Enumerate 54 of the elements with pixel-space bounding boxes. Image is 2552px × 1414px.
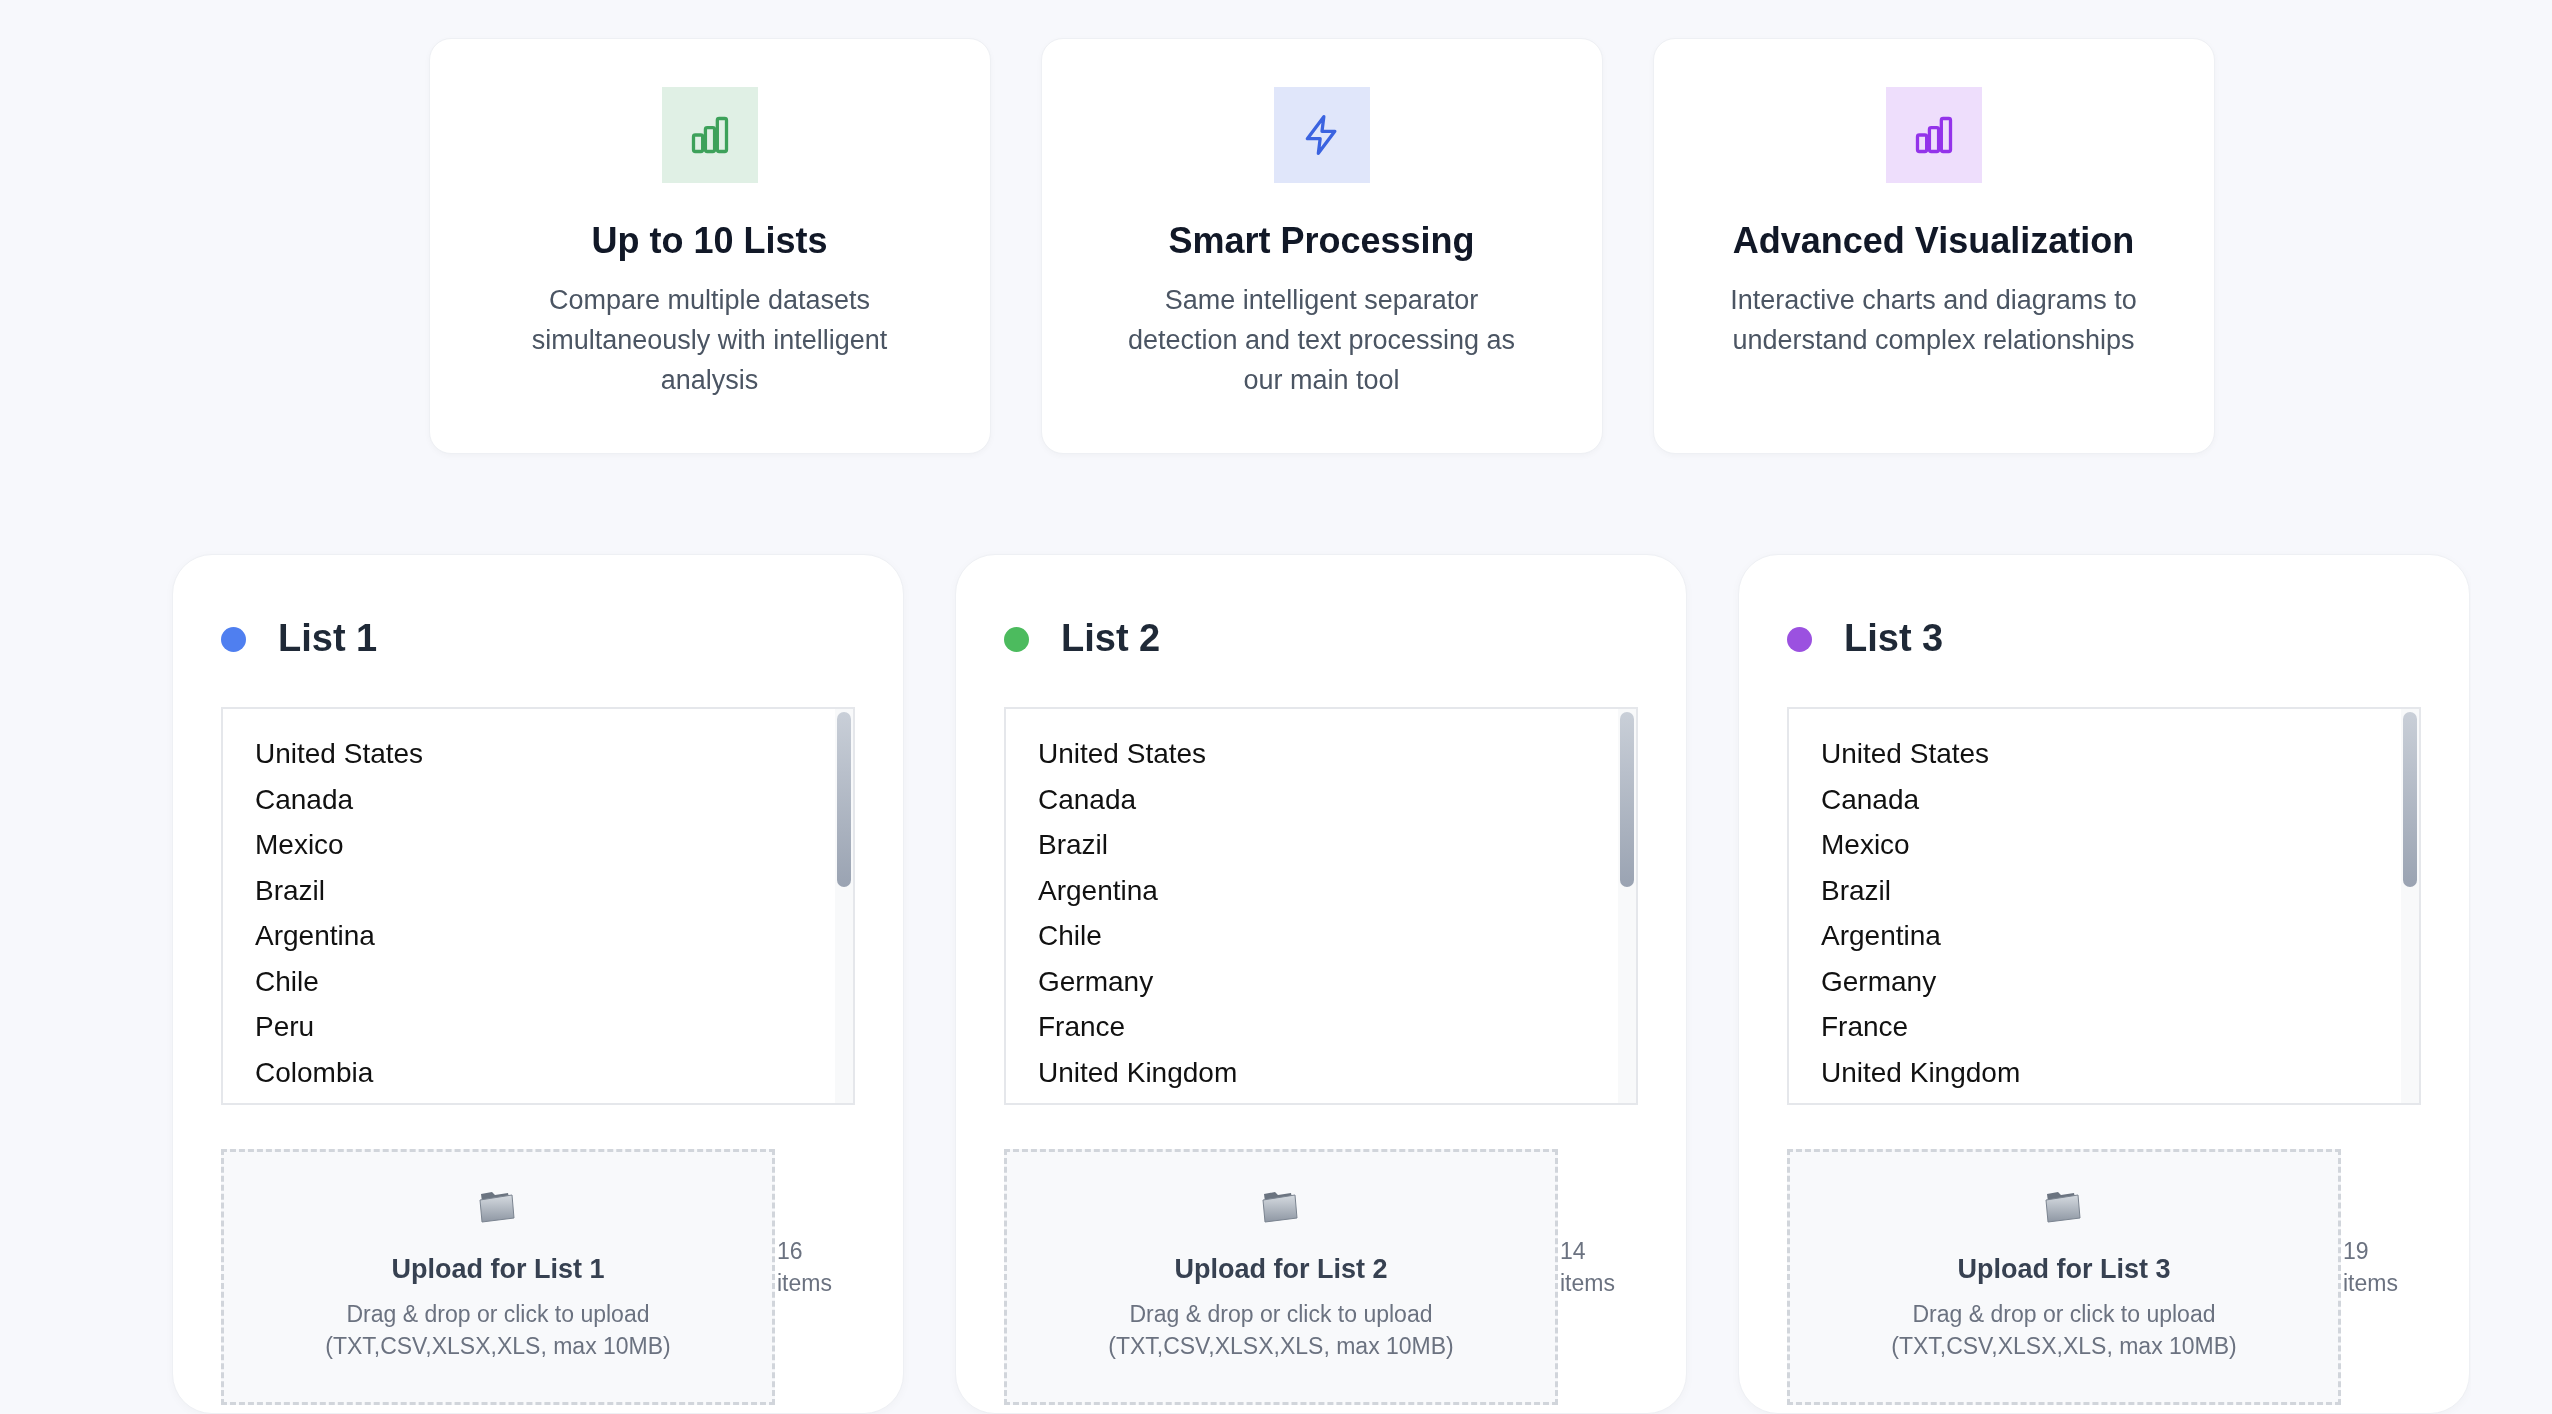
list-entry: Argentina (1821, 919, 1942, 953)
list-entry: Chile (255, 964, 320, 999)
list-entry: United Kingdom (1038, 1055, 1239, 1090)
upload-hint: Drag & drop or click to upload (345, 1299, 651, 1329)
list-entry: Brazil (1038, 828, 1109, 862)
item-count: 19 items (2343, 1237, 2399, 1298)
list-entry: Argentina (1038, 873, 1159, 908)
feature-title: Smart Processing (1167, 219, 1476, 263)
scrollbar-thumb[interactable] (2403, 712, 2417, 887)
list-entry: Peru (255, 1010, 316, 1044)
list-entry: Argentina (255, 919, 376, 953)
list-entry: Chile (1038, 919, 1103, 953)
feature-title: Up to 10 Lists (590, 219, 829, 263)
feature-description: Interactive charts and diagrams to understand complex relationships (1729, 284, 2138, 358)
list-entry: France (1821, 1010, 1910, 1044)
upload-formats: (TXT,CSV,XLSX,XLS, max 10MB) (324, 1331, 672, 1361)
list-title: List 3 (1844, 616, 1944, 662)
upload-title: Upload for List 1 (390, 1253, 606, 1286)
list-input[interactable]: United States Canada Mexico Brazil Argentina Germany France United Kingdom (1787, 707, 2421, 1105)
list-entry: United Kingdom (1821, 1055, 2022, 1090)
list-entry: United States (1821, 737, 1991, 771)
list-input[interactable]: United States Canada Mexico Brazil Argentina Chile Peru Colombia (221, 707, 855, 1105)
feature-title: Advanced Visualization (1731, 219, 2136, 263)
upload-title: Upload for List 3 (1956, 1253, 2172, 1286)
item-count: 14 items (1560, 1237, 1616, 1298)
upload-hint: Drag & drop or click to upload (1911, 1299, 2217, 1329)
upload-dropzone[interactable]: Upload for List 2 Drag & drop or click to upload (TXT,CSV,XLSX,XLS, max 10MB) (1004, 1149, 1558, 1405)
list-entry: France (1038, 1010, 1127, 1044)
list-entry: Canada (1038, 782, 1138, 817)
list-input[interactable]: United States Canada Brazil Argentina Chile Germany France United Kingdom (1004, 707, 1638, 1105)
upload-formats: (TXT,CSV,XLSX,XLS, max 10MB) (1890, 1331, 2238, 1361)
item-count: 16 items (777, 1237, 833, 1298)
list-entry: United States (255, 737, 425, 771)
list-entry: Canada (1821, 782, 1921, 817)
list-title: List 1 (278, 616, 378, 662)
upload-title: Upload for List 2 (1173, 1253, 1389, 1286)
scrollbar-thumb[interactable] (837, 712, 851, 887)
upload-dropzone[interactable]: Upload for List 3 Drag & drop or click to upload (TXT,CSV,XLSX,XLS, max 10MB) (1787, 1149, 2341, 1405)
list-entry: Germany (1038, 964, 1155, 999)
feature-description: Same intelligent separator detection and text processing as our main tool (1126, 284, 1517, 398)
list-entry: Brazil (1821, 873, 1892, 908)
upload-dropzone[interactable]: Upload for List 1 Drag & drop or click to upload (TXT,CSV,XLSX,XLS, max 10MB) (221, 1149, 775, 1405)
list-entry: Mexico (1821, 828, 1911, 862)
list-entry: Mexico (255, 828, 345, 862)
upload-formats: (TXT,CSV,XLSX,XLS, max 10MB) (1107, 1331, 1455, 1361)
list-title: List 2 (1061, 616, 1161, 662)
upload-hint: Drag & drop or click to upload (1128, 1299, 1434, 1329)
list-entry: Colombia (255, 1055, 375, 1090)
feature-description: Compare multiple datasets simultaneously with intelligent analysis (530, 284, 889, 398)
list-entry: Brazil (255, 873, 326, 908)
list-entry: Canada (255, 782, 355, 817)
scrollbar-thumb[interactable] (1620, 712, 1634, 887)
list-entry: Germany (1821, 964, 1938, 999)
list-entry: United States (1038, 737, 1208, 771)
